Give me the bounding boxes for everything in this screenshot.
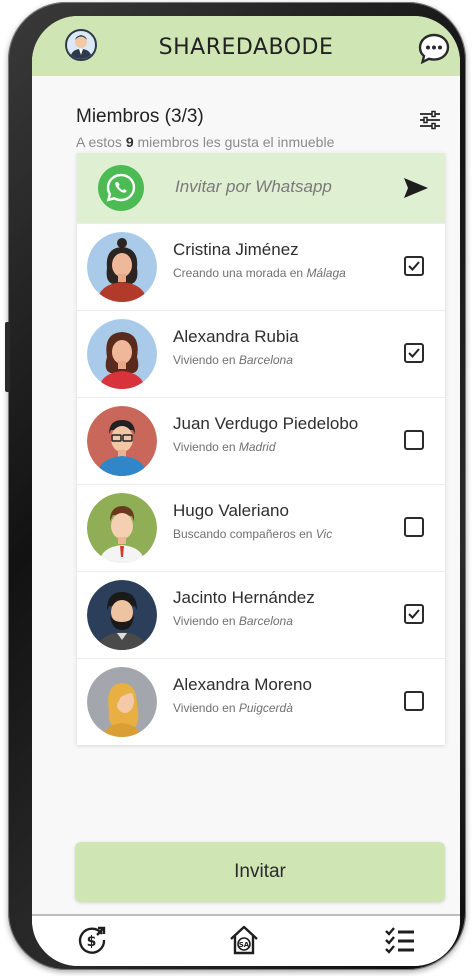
svg-text:SA: SA [239, 941, 250, 949]
phone-frame: SHAREDABODE Miembros (3/3) A estos 9 mie… [5, 2, 466, 970]
member-row[interactable]: Cristina Jiménez Creando una morada en M… [77, 223, 445, 310]
members-subtitle: A estos 9 miembros les gusta el inmueble [76, 134, 335, 150]
whatsapp-icon [98, 165, 144, 211]
bottom-nav: $ SA [32, 914, 460, 966]
send-icon[interactable] [403, 177, 429, 199]
member-checkbox-checked[interactable] [404, 256, 424, 276]
member-name: Juan Verdugo Piedelobo [173, 414, 359, 433]
top-bar: SHAREDABODE [32, 16, 460, 76]
member-name: Cristina Jiménez [173, 240, 299, 259]
member-detail: Viviendo en Madrid [173, 440, 276, 454]
chat-bubble-icon[interactable] [417, 32, 451, 66]
member-checkbox-unchecked[interactable] [404, 691, 424, 711]
member-checkbox-checked[interactable] [404, 343, 424, 363]
member-checkbox-unchecked[interactable] [404, 430, 424, 450]
member-checkbox-checked[interactable] [404, 604, 424, 624]
app-screen: SHAREDABODE Miembros (3/3) A estos 9 mie… [32, 16, 460, 966]
member-row[interactable]: Jacinto Hernández Viviendo en Barcelona [77, 571, 445, 658]
member-row[interactable]: Hugo Valeriano Buscando compañeros en Vi… [77, 484, 445, 571]
home-sa-icon[interactable]: SA [228, 924, 260, 956]
member-avatar [87, 580, 157, 650]
member-avatar [87, 493, 157, 563]
side-button [5, 322, 10, 392]
member-checkbox-unchecked[interactable] [404, 517, 424, 537]
invite-button[interactable]: Invitar [75, 842, 445, 902]
member-detail: Viviendo en Barcelona [173, 614, 293, 628]
whatsapp-invite-label: Invitar por Whatsapp [175, 177, 332, 196]
money-exchange-icon[interactable]: $ [76, 924, 108, 956]
member-detail: Viviendo en Barcelona [173, 353, 293, 367]
member-avatar [87, 232, 157, 302]
app-title: SHAREDABODE [158, 35, 334, 60]
member-avatar [87, 319, 157, 389]
member-detail: Creando una morada en Málaga [173, 266, 346, 280]
members-title: Miembros (3/3) [76, 106, 204, 127]
member-detail: Viviendo en Puigcerdà [173, 701, 293, 715]
svg-text:$: $ [87, 934, 97, 950]
member-name: Hugo Valeriano [173, 501, 289, 520]
member-row[interactable]: Alexandra Rubia Viviendo en Barcelona [77, 310, 445, 397]
checklist-icon[interactable] [384, 924, 416, 956]
member-detail: Buscando compañeros en Vic [173, 527, 333, 541]
member-name: Alexandra Moreno [173, 675, 312, 694]
member-name: Jacinto Hernández [173, 588, 315, 607]
whatsapp-invite-row[interactable]: Invitar por Whatsapp [77, 153, 445, 223]
filter-sliders-icon[interactable] [419, 109, 441, 131]
member-row[interactable]: Juan Verdugo Piedelobo Viviendo en Madri… [77, 397, 445, 484]
member-row[interactable]: Alexandra Moreno Viviendo en Puigcerdà [77, 658, 445, 745]
member-avatar [87, 406, 157, 476]
member-name: Alexandra Rubia [173, 327, 299, 346]
members-list: Invitar por Whatsapp Cristina Jiménez Cr… [77, 153, 445, 745]
member-avatar [87, 667, 157, 737]
